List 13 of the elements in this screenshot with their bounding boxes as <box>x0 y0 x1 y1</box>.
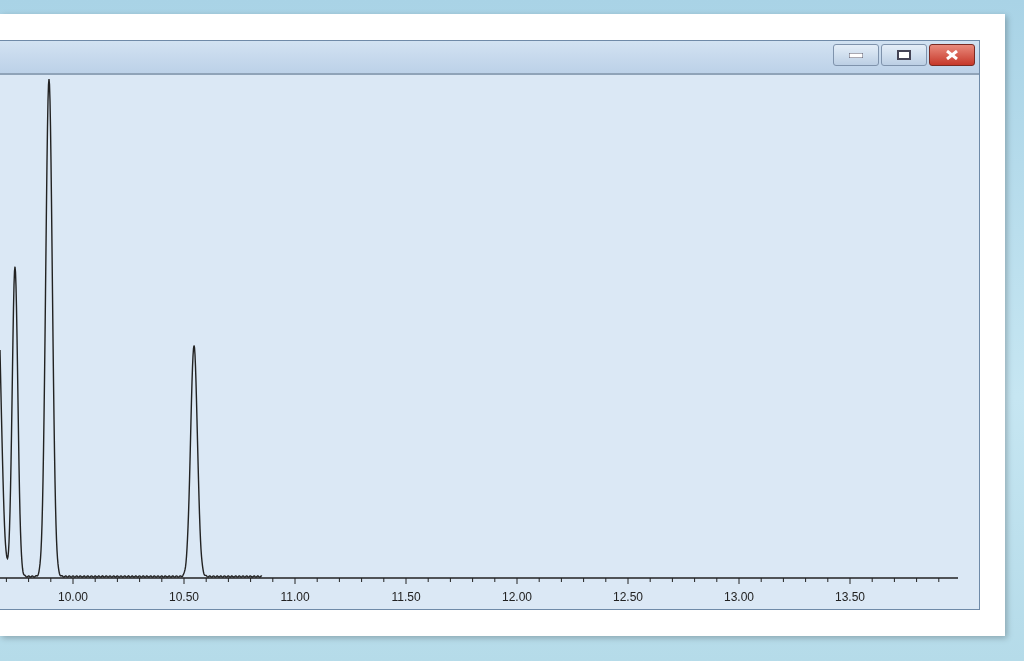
axis-tick-label: 13.50 <box>835 590 865 604</box>
maximize-button[interactable] <box>881 44 927 66</box>
axis-tick-label: 13.00 <box>724 590 754 604</box>
axis-tick-label: 12.50 <box>613 590 643 604</box>
close-icon <box>946 50 958 60</box>
axis-tick-label: 10.50 <box>169 590 199 604</box>
minimize-icon <box>849 52 863 58</box>
axis-tick-label: 11.50 <box>391 590 421 604</box>
axis-tick-label: 10.00 <box>58 590 88 604</box>
axis-tick-label: 11.00 <box>280 590 310 604</box>
axis-tick-label: 12.00 <box>502 590 532 604</box>
close-button[interactable] <box>929 44 975 66</box>
maximize-icon <box>897 50 911 60</box>
